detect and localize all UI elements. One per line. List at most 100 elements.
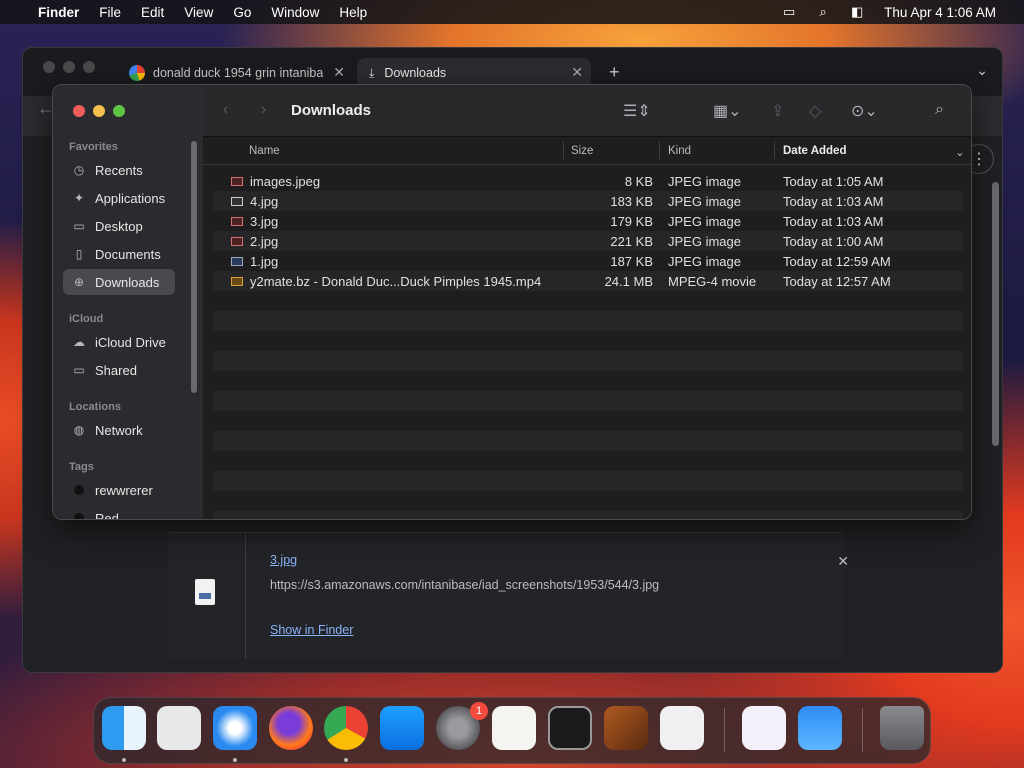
show-in-finder-link[interactable]: Show in Finder [270, 623, 353, 637]
file-row[interactable]: 2.jpg 221 KB JPEG image Today at 1:00 AM [213, 231, 963, 251]
finder-icon[interactable] [102, 706, 146, 750]
chrome-icon[interactable] [324, 706, 368, 750]
share-icon[interactable]: ⇪ [771, 101, 784, 121]
sidebar-item-desktop[interactable]: ▭ Desktop [63, 213, 175, 239]
file-date: Today at 1:00 AM [783, 234, 884, 249]
chrome-zoom-icon[interactable] [83, 61, 95, 73]
menu-file[interactable]: File [89, 5, 131, 20]
app-store-icon[interactable] [380, 706, 424, 750]
sidebar-item-label: iCloud Drive [95, 334, 166, 350]
column-kind[interactable]: Kind [668, 145, 691, 157]
list-view-icon[interactable]: ☰⇕ [623, 101, 651, 121]
file-date: Today at 12:59 AM [783, 254, 891, 269]
jpeg-file-icon [231, 177, 243, 186]
sidebar-item-recents[interactable]: ◷ Recents [63, 157, 175, 183]
chrome-close-icon[interactable] [43, 61, 55, 73]
empty-row [213, 431, 963, 451]
menu-edit[interactable]: Edit [131, 5, 174, 20]
menu-view[interactable]: View [174, 5, 223, 20]
dock: 1 [93, 697, 931, 764]
forward-icon[interactable]: › [261, 101, 266, 119]
file-name: 4.jpg [250, 194, 279, 209]
tab-close-icon[interactable]: ✕ [571, 64, 583, 81]
column-size[interactable]: Size [571, 145, 593, 157]
file-row[interactable]: 3.jpg 179 KB JPEG image Today at 1:03 AM [213, 211, 963, 231]
new-tab-button[interactable]: + [609, 62, 620, 83]
sidebar-item-label: Red [95, 510, 119, 520]
sidebar-item-tag-rewwrerer[interactable]: rewwrerer [63, 477, 175, 503]
file-row[interactable]: 1.jpg 187 KB JPEG image Today at 12:59 AM [213, 251, 963, 271]
vscode-icon[interactable] [660, 706, 704, 750]
clock-icon: ◷ [73, 163, 85, 177]
file-date: Today at 12:57 AM [783, 274, 891, 289]
divider [245, 533, 246, 659]
sidebar-item-label: Recents [95, 162, 143, 178]
visual-studio-icon[interactable] [742, 706, 786, 750]
terminal-icon[interactable] [548, 706, 592, 750]
sidebar-item-label: rewwrerer [95, 482, 153, 498]
sidebar-scrollbar[interactable] [191, 141, 197, 393]
zoom-window-icon[interactable] [113, 105, 125, 117]
empty-row [213, 371, 963, 391]
back-icon[interactable]: ‹ [223, 101, 228, 119]
sidebar-item-network[interactable]: ◍ Network [63, 417, 175, 443]
column-date-added[interactable]: Date Added [783, 145, 846, 157]
menu-app-finder[interactable]: Finder [28, 5, 89, 20]
screen-mirror-icon[interactable]: ▭ [778, 4, 800, 20]
search-icon[interactable]: ⌕ [812, 4, 834, 20]
file-row[interactable]: 4.jpg 183 KB JPEG image Today at 1:03 AM [213, 191, 963, 211]
cloud-icon: ☁ [73, 335, 85, 349]
empty-row [213, 511, 963, 519]
column-name[interactable]: Name [249, 145, 280, 157]
menubar-clock[interactable]: Thu Apr 4 1:06 AM [874, 5, 1006, 20]
close-window-icon[interactable] [73, 105, 85, 117]
file-list: images.jpeg 8 KB JPEG image Today at 1:05 A… [213, 171, 963, 519]
menu-window[interactable]: Window [261, 5, 329, 20]
file-size: 24.1 MB [604, 274, 653, 289]
empty-row [213, 471, 963, 491]
notification-badge: 1 [470, 702, 488, 720]
chrome-scrollbar[interactable] [992, 182, 999, 446]
empty-row [213, 491, 963, 511]
file-kind: MPEG-4 movie [668, 274, 757, 289]
file-icon [195, 579, 215, 605]
finder-toolbar: ‹ › Downloads ☰⇕ ▦⌄ ⇪ ◇ ⊙⌄ ⌕ [203, 85, 971, 137]
remove-download-button[interactable]: ✕ [837, 553, 849, 570]
sidebar-item-documents[interactable]: ▯ Documents [63, 241, 175, 267]
tag-icon[interactable]: ◇ [809, 101, 821, 121]
safari-icon[interactable] [213, 706, 257, 750]
control-center-icon[interactable]: ◧ [846, 4, 868, 20]
menu-help[interactable]: Help [329, 5, 377, 20]
launchpad-icon[interactable] [157, 706, 201, 750]
firefox-icon[interactable] [269, 706, 313, 750]
sidebar-item-shared[interactable]: ▭ Shared [63, 357, 175, 383]
window-title: Downloads [291, 102, 372, 119]
tab-close-icon[interactable]: ✕ [333, 64, 345, 81]
search-icon[interactable]: ⌕ [935, 101, 944, 119]
sidebar-item-applications[interactable]: ✦ Applications [63, 185, 175, 211]
group-icon[interactable]: ▦⌄ [713, 101, 742, 121]
weather-icon[interactable] [798, 706, 842, 750]
file-row[interactable]: y2mate.bz - Donald Duc...Duck Pimples 19… [213, 271, 963, 291]
download-url: https://s3.amazonaws.com/intanibase/iad_… [270, 578, 660, 592]
running-indicator [122, 758, 126, 762]
file-name: y2mate.bz - Donald Duc...Duck Pimples 19… [250, 274, 542, 289]
sidebar-item-tag-red[interactable]: Red [63, 505, 175, 520]
more-actions-icon[interactable]: ⊙⌄ [851, 101, 878, 121]
download-filename-link[interactable]: 3.jpg [270, 553, 297, 567]
minimize-window-icon[interactable] [93, 105, 105, 117]
empty-row [213, 351, 963, 371]
file-kind: JPEG image [668, 254, 741, 269]
menu-go[interactable]: Go [223, 5, 261, 20]
garageband-icon[interactable] [604, 706, 648, 750]
file-row[interactable]: images.jpeg 8 KB JPEG image Today at 1:05 A… [213, 171, 963, 191]
sidebar-item-downloads[interactable]: ⊕ Downloads [63, 269, 175, 295]
tab-search-button[interactable]: ⌄ [976, 62, 988, 79]
textedit-icon[interactable] [492, 706, 536, 750]
sidebar-item-icloud-drive[interactable]: ☁ iCloud Drive [63, 329, 175, 355]
divider [563, 141, 564, 159]
sort-chevron-icon[interactable]: ⌄ [955, 145, 965, 159]
empty-row [213, 291, 963, 311]
trash-icon[interactable] [880, 706, 924, 750]
chrome-minimize-icon[interactable] [63, 61, 75, 73]
